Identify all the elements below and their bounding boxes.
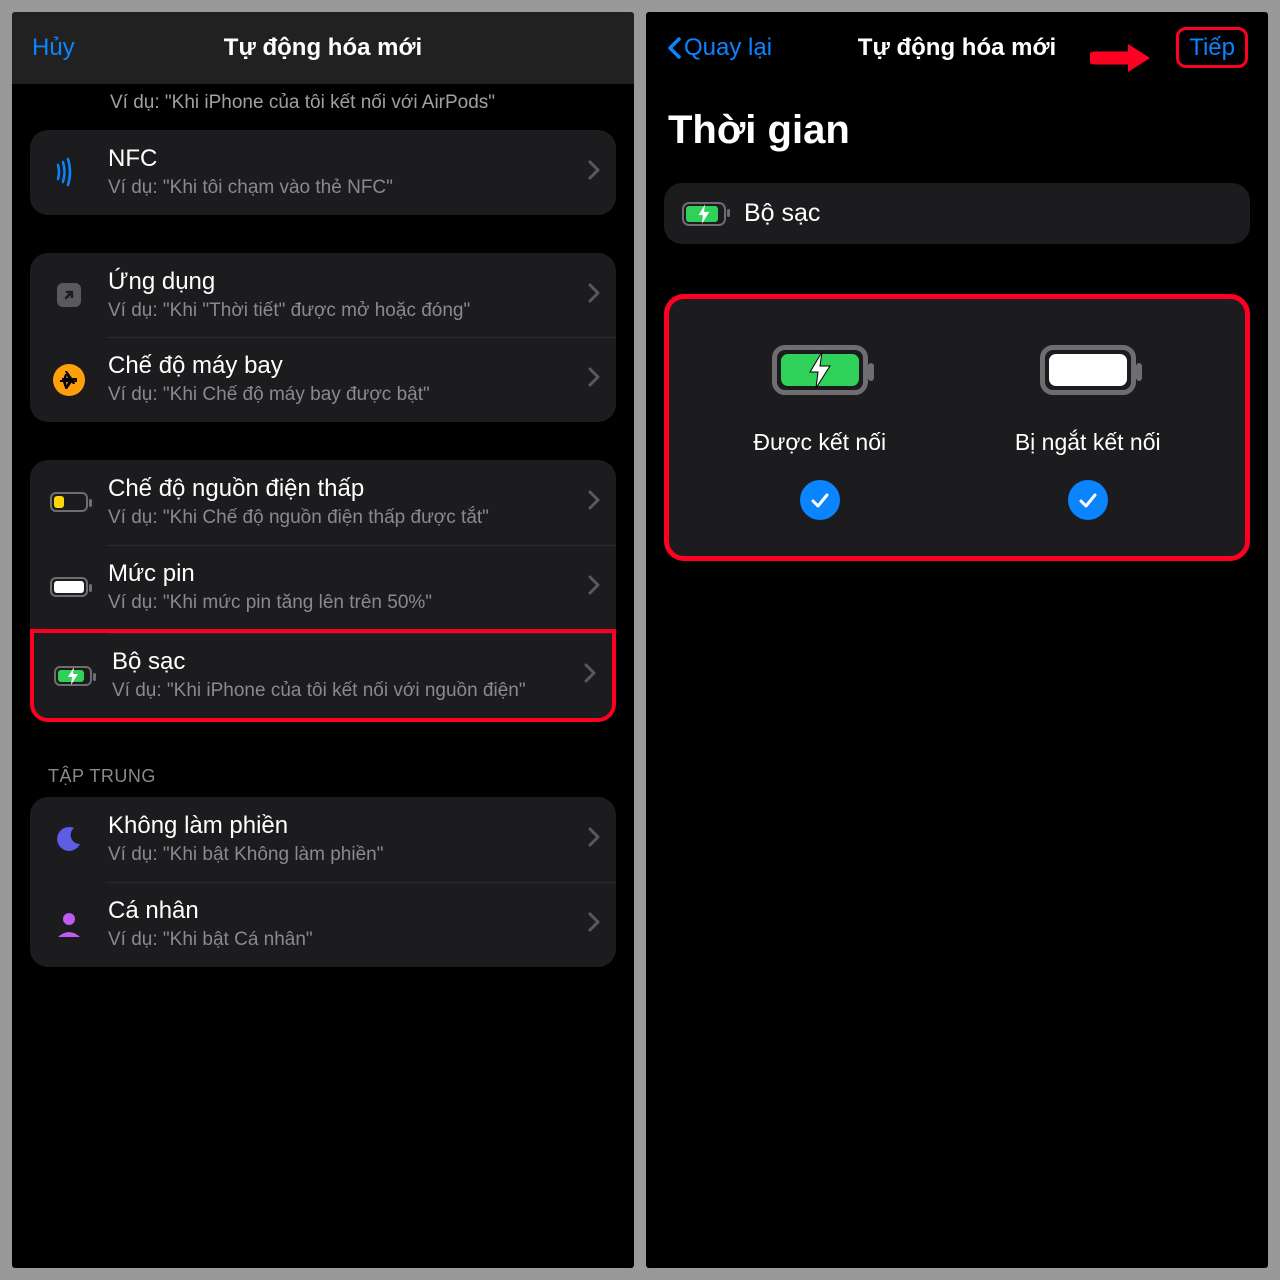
focus-group: Không làm phiền Ví dụ: "Khi bật Không là…	[30, 797, 616, 966]
row-subtitle: Ví dụ: "Khi tôi chạm vào thẻ NFC"	[108, 176, 580, 201]
row-title: Không làm phiền	[108, 811, 580, 841]
charger-badge-label: Bộ sạc	[744, 199, 820, 228]
left-screen: Hủy Tự động hóa mới Ví dụ: "Khi iPhone c…	[12, 12, 634, 1268]
nfc-icon	[46, 149, 92, 195]
option-connected[interactable]: Được kết nối	[753, 345, 886, 520]
option-label: Bị ngắt kết nối	[1015, 429, 1161, 456]
row-low-power[interactable]: Chế độ nguồn điện thấp Ví dụ: "Khi Chế đ…	[30, 460, 616, 545]
next-button-wrap: Tiếp	[1176, 34, 1248, 62]
row-personal[interactable]: Cá nhân Ví dụ: "Khi bật Cá nhân"	[30, 882, 616, 967]
header: Hủy Tự động hóa mới	[12, 12, 634, 84]
chevron-right-icon	[588, 367, 600, 392]
annotation-arrow-icon	[1090, 40, 1154, 76]
row-subtitle: Ví dụ: "Khi "Thời tiết" được mở hoặc đón…	[108, 299, 580, 324]
partial-row-subtitle: Ví dụ: "Khi iPhone của tôi kết nối với A…	[30, 84, 616, 128]
row-title: Chế độ nguồn điện thấp	[108, 474, 580, 504]
trigger-list: Ví dụ: "Khi iPhone của tôi kết nối với A…	[12, 84, 634, 1268]
chevron-left-icon	[666, 36, 682, 60]
battery-full-icon	[1040, 345, 1136, 395]
chevron-right-icon	[588, 490, 600, 515]
row-battery-level[interactable]: Mức pin Ví dụ: "Khi mức pin tăng lên trê…	[30, 545, 616, 630]
row-subtitle: Ví dụ: "Khi iPhone của tôi kết nối với n…	[112, 679, 576, 704]
chevron-right-icon	[588, 283, 600, 308]
back-button[interactable]: Quay lại	[666, 34, 772, 62]
row-title: NFC	[108, 144, 580, 174]
time-section-title: Thời gian	[646, 84, 1268, 167]
cancel-button[interactable]: Hủy	[32, 34, 75, 62]
row-title: Bộ sạc	[112, 647, 576, 677]
chevron-right-icon	[584, 663, 596, 688]
row-nfc[interactable]: NFC Ví dụ: "Khi tôi chạm vào thẻ NFC"	[30, 130, 616, 215]
checkmark-icon	[800, 480, 840, 520]
back-label: Quay lại	[684, 34, 772, 62]
focus-section-label: TẬP TRUNG	[48, 766, 616, 787]
checkmark-icon	[1068, 480, 1108, 520]
chevron-right-icon	[588, 575, 600, 600]
row-subtitle: Ví dụ: "Khi Chế độ nguồn điện thấp được …	[108, 506, 580, 531]
charger-battery-icon	[682, 202, 726, 226]
moon-icon	[46, 816, 92, 862]
chevron-right-icon	[588, 912, 600, 937]
right-screen: Quay lại Tự động hóa mới Tiếp Thời gian …	[646, 12, 1268, 1268]
battery-group: Chế độ nguồn điện thấp Ví dụ: "Khi Chế đ…	[30, 460, 616, 722]
row-title: Chế độ máy bay	[108, 351, 580, 381]
option-label: Được kết nối	[753, 429, 886, 456]
row-title: Cá nhân	[108, 896, 580, 926]
battery-level-icon	[46, 564, 92, 610]
chevron-right-icon	[588, 160, 600, 185]
person-icon	[46, 901, 92, 947]
app-open-icon	[46, 272, 92, 318]
connectivity-group: NFC Ví dụ: "Khi tôi chạm vào thẻ NFC"	[30, 130, 616, 215]
header-title: Tự động hóa mới	[224, 34, 422, 62]
row-airplane[interactable]: Chế độ máy bay Ví dụ: "Khi Chế độ máy ba…	[30, 337, 616, 422]
option-disconnected[interactable]: Bị ngắt kết nối	[1015, 345, 1161, 520]
row-subtitle: Ví dụ: "Khi bật Cá nhân"	[108, 928, 580, 953]
system-group: Ứng dụng Ví dụ: "Khi "Thời tiết" được mở…	[30, 253, 616, 422]
header-title: Tự động hóa mới	[858, 34, 1056, 62]
connection-options: Được kết nối Bị ngắt kết nối	[664, 294, 1250, 561]
row-subtitle: Ví dụ: "Khi Chế độ máy bay được bật"	[108, 383, 580, 408]
row-subtitle: Ví dụ: "Khi mức pin tăng lên trên 50%"	[108, 591, 580, 616]
airplane-icon	[46, 357, 92, 403]
charger-battery-icon	[50, 653, 96, 699]
row-dnd[interactable]: Không làm phiền Ví dụ: "Khi bật Không là…	[30, 797, 616, 882]
row-title: Ứng dụng	[108, 267, 580, 297]
charger-badge: Bộ sạc	[664, 183, 1250, 244]
battery-charging-icon	[772, 345, 868, 395]
chevron-right-icon	[588, 827, 600, 852]
row-charger[interactable]: Bộ sạc Ví dụ: "Khi iPhone của tôi kết nố…	[30, 629, 616, 722]
row-subtitle: Ví dụ: "Khi bật Không làm phiền"	[108, 843, 580, 868]
next-button[interactable]: Tiếp	[1176, 27, 1248, 68]
row-title: Mức pin	[108, 559, 580, 589]
header: Quay lại Tự động hóa mới Tiếp	[646, 12, 1268, 84]
row-app[interactable]: Ứng dụng Ví dụ: "Khi "Thời tiết" được mở…	[30, 253, 616, 338]
low-power-battery-icon	[46, 479, 92, 525]
